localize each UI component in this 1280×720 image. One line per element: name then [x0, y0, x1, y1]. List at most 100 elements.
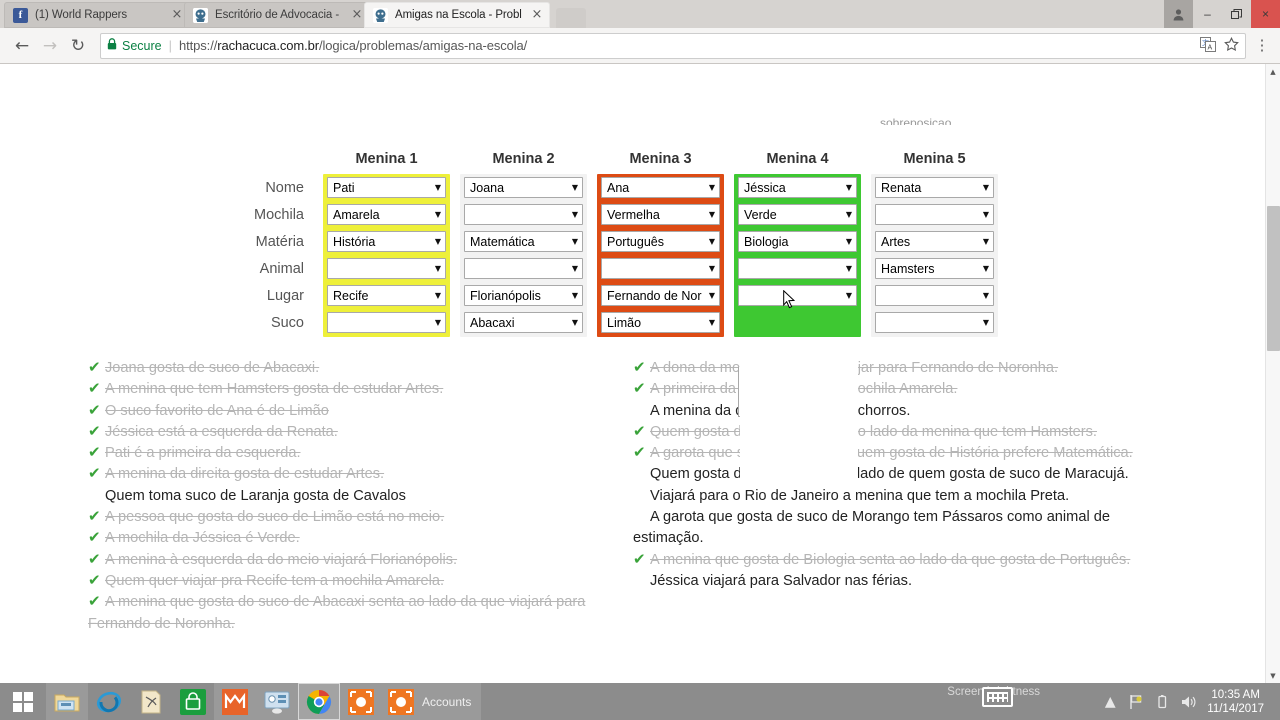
select-nome-2[interactable]: Joana ▼	[464, 177, 583, 198]
select-animal-3[interactable]: ▼	[601, 258, 720, 279]
window-controls: – ×	[1164, 0, 1280, 28]
select-materia-4[interactable]: Biologia ▼	[738, 231, 857, 252]
select-nome-1[interactable]: Pati ▼	[327, 177, 446, 198]
select-animal-2[interactable]: ▼	[464, 258, 583, 279]
battery-icon[interactable]	[1149, 694, 1175, 710]
clue-item[interactable]: A menina da direita gosta de Cachorros.	[633, 401, 1163, 422]
taskbar-item-file-explorer[interactable]	[46, 683, 88, 720]
clue-item[interactable]: ✔ Joana gosta de suco de Abacaxi.	[88, 358, 618, 379]
clue-item[interactable]: ✔ Pati é a primeira da esquerda.	[88, 443, 618, 464]
tab-close-icon[interactable]: ×	[530, 8, 544, 22]
new-tab-button[interactable]	[556, 8, 586, 28]
taskbar-item-screenshot-tool[interactable]	[340, 683, 382, 720]
select-lugar-5[interactable]: ▼	[875, 285, 994, 306]
select-suco-2[interactable]: Abacaxi ▼	[464, 312, 583, 333]
select-lugar-1[interactable]: Recife ▼	[327, 285, 446, 306]
chevron-down-icon: ▼	[434, 263, 441, 273]
select-suco-5[interactable]: ▼	[875, 312, 994, 333]
clue-item[interactable]: ✔ A pessoa que gosta do suco de Limão est…	[88, 507, 618, 528]
taskbar-item-google-chrome[interactable]	[298, 683, 340, 720]
chevron-down-icon: ▼	[708, 182, 715, 192]
select-suco-3[interactable]: Limão ▼	[601, 312, 720, 333]
clue-item[interactable]: ✔ A menina à esquerda da do meio viajará …	[88, 550, 618, 571]
column-header-menina-1: Menina 1	[355, 151, 418, 167]
select-lugar-3[interactable]: Fernando de Nor ▼	[601, 285, 720, 306]
page-scrollbar[interactable]: ▲ ▼	[1265, 64, 1280, 683]
back-icon[interactable]: ←	[8, 32, 36, 60]
forward-icon[interactable]: →	[36, 32, 64, 60]
translate-icon[interactable]: 文A	[1200, 36, 1216, 55]
select-suco-1[interactable]: ▼	[327, 312, 446, 333]
clue-item[interactable]: ✔ A mochila da Jéssica é Verde.	[88, 528, 618, 549]
taskbar-item-notes-app[interactable]	[130, 683, 172, 720]
clue-text: Quem quer viajar pra Recife tem a mochil…	[105, 572, 445, 589]
browser-tab-3-active[interactable]: Amigas na Escola - Probl ×	[364, 2, 550, 28]
clue-item[interactable]: Quem gosta de Gatos senta ao lado de que…	[633, 464, 1163, 485]
select-animal-1[interactable]: ▼	[327, 258, 446, 279]
select-lugar-4[interactable]: ▼	[738, 285, 857, 306]
show-hidden-icons-button[interactable]: ▲	[1097, 694, 1123, 710]
clue-item[interactable]: ✔ A menina da direita gosta de estudar Ar…	[88, 464, 618, 485]
chevron-down-icon: ▼	[571, 209, 578, 219]
select-mochila-5[interactable]: ▼	[875, 204, 994, 225]
select-nome-3[interactable]: Ana ▼	[601, 177, 720, 198]
clue-item[interactable]: ✔ A garota que senta ao lado de quem gost…	[633, 443, 1163, 464]
scroll-down-icon[interactable]: ▼	[1266, 668, 1280, 683]
tab-close-icon[interactable]: ×	[350, 8, 364, 22]
select-nome-4[interactable]: Jéssica ▼	[738, 177, 857, 198]
taskbar-item-mega-app[interactable]	[214, 683, 256, 720]
clue-item[interactable]: ✔ Jéssica está a esquerda da Renata.	[88, 422, 618, 443]
clue-item[interactable]: Jéssica viajará para Salvador nas férias…	[633, 571, 1163, 592]
clue-item[interactable]: ✔ Quem quer viajar pra Recife tem a mochi…	[88, 571, 618, 592]
reload-icon[interactable]: ↻	[64, 32, 92, 60]
select-animal-5[interactable]: Hamsters ▼	[875, 258, 994, 279]
select-mochila-4[interactable]: Verde ▼	[738, 204, 857, 225]
select-nome-5[interactable]: Renata ▼	[875, 177, 994, 198]
browser-tab-1[interactable]: f (1) World Rappers ×	[4, 2, 190, 28]
grid-row-lugar: Lugar Recife ▼ Florianópolis ▼ Fernando de…	[200, 282, 1003, 309]
url-text: https://rachacuca.com.br/logica/problema…	[179, 38, 527, 53]
kebab-menu-icon[interactable]: ⋮	[1252, 38, 1272, 53]
clue-item[interactable]: ✔A primeira da esquerda tem a mochila Am…	[633, 379, 1163, 400]
select-materia-3[interactable]: Português ▼	[601, 231, 720, 252]
clue-item[interactable]: ✔ O suco favorito de Ana é de Limão	[88, 401, 618, 422]
user-profile-icon[interactable]	[1164, 0, 1193, 28]
close-window-button[interactable]: ×	[1251, 0, 1280, 28]
select-materia-1[interactable]: História ▼	[327, 231, 446, 252]
select-animal-4[interactable]: ▼	[738, 258, 857, 279]
clue-item[interactable]: Viajará para o Rio de Janeiro a menina q…	[633, 486, 1163, 507]
taskbar-item-internet-explorer[interactable]	[88, 683, 130, 720]
cell-mochila-menina-5: ▼	[866, 201, 1003, 228]
scroll-up-icon[interactable]: ▲	[1266, 64, 1280, 79]
clue-item[interactable]: ✔A dona da mochila Azul quer viajar para…	[633, 358, 1163, 379]
scrollbar-thumb[interactable]	[1267, 206, 1280, 351]
clue-item[interactable]: ✔ A menina que gosta de Biologia senta ao…	[633, 550, 1163, 571]
maximize-button[interactable]	[1222, 0, 1251, 28]
minimize-button[interactable]: –	[1193, 0, 1222, 28]
tab-close-icon[interactable]: ×	[170, 8, 184, 22]
clock-date: 11/14/2017	[1207, 702, 1264, 715]
address-bar[interactable]: Secure | https://rachacuca.com.br/logica…	[100, 32, 1246, 59]
clue-item[interactable]: Quem toma suco de Laranja gosta de Caval…	[88, 486, 618, 507]
taskbar-clock[interactable]: 10:35 AM 11/14/2017	[1201, 688, 1272, 716]
browser-tab-2[interactable]: Escritório de Advocacia - ×	[184, 2, 370, 28]
clue-item[interactable]: ✔ A menina que tem Hamsters gosta de estu…	[88, 379, 618, 400]
clue-item[interactable]: ✔ Quem gosta de Biologia senta ao lado da…	[633, 422, 1163, 443]
select-materia-5[interactable]: Artes ▼	[875, 231, 994, 252]
keyboard-icon[interactable]	[982, 687, 1014, 707]
clue-item[interactable]: ✔ A menina que gosta do suco de Abacaxi s…	[88, 592, 618, 635]
volume-icon[interactable]	[1175, 694, 1201, 710]
start-button[interactable]	[0, 683, 46, 720]
select-mochila-1[interactable]: Amarela ▼	[327, 204, 446, 225]
select-mochila-2[interactable]: ▼	[464, 204, 583, 225]
select-mochila-3[interactable]: Vermelha ▼	[601, 204, 720, 225]
clue-item[interactable]: A garota que gosta de suco de Morango te…	[633, 507, 1163, 550]
select-lugar-2[interactable]: Florianópolis ▼	[464, 285, 583, 306]
taskbar-item-microsoft-store[interactable]	[172, 683, 214, 720]
chevron-down-icon: ▼	[845, 236, 852, 246]
star-icon[interactable]	[1224, 36, 1239, 55]
flag-icon[interactable]	[1123, 694, 1149, 710]
select-materia-2[interactable]: Matemática ▼	[464, 231, 583, 252]
taskbar-window-accounts[interactable]: Accounts	[382, 683, 482, 720]
taskbar-item-control-panel[interactable]	[256, 683, 298, 720]
